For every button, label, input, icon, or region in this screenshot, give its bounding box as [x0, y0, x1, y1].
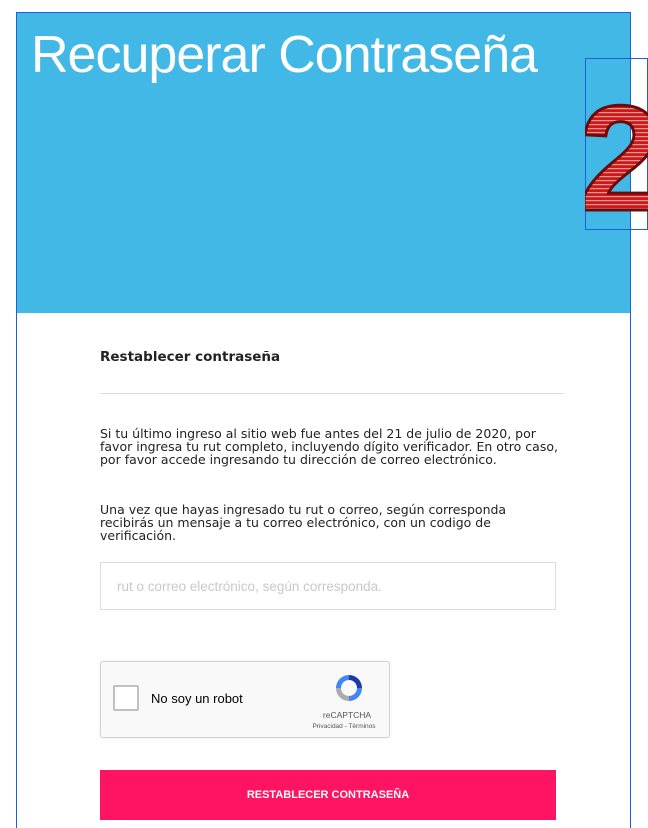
- instructions-paragraph-2: Una vez que hayas ingresado tu rut o cor…: [100, 502, 507, 543]
- divider: [100, 393, 564, 394]
- hero-banner: Recuperar Contraseña: [17, 13, 630, 313]
- recaptcha-links[interactable]: Privacidad - Términos: [299, 723, 389, 730]
- rut-or-email-input[interactable]: [100, 562, 556, 610]
- recaptcha-brand: reCAPTCHA: [322, 710, 372, 720]
- step-number-badge: 2: [585, 82, 648, 222]
- step-number-text: 2: [585, 82, 648, 222]
- section-title: Restablecer contraseña: [100, 349, 281, 365]
- page-title: Recuperar Contraseña: [31, 26, 538, 84]
- recaptcha-icon: [336, 675, 362, 701]
- recaptcha-widget: No soy un robot reCAPTCHA Privacidad - T…: [100, 661, 390, 738]
- reset-password-button[interactable]: RESTABLECER CONTRASEÑA: [100, 770, 556, 820]
- instructions-paragraph-1: Si tu último ingreso al sitio web fue an…: [100, 426, 558, 467]
- captcha-label: No soy un robot: [151, 691, 243, 706]
- captcha-checkbox[interactable]: [113, 685, 139, 711]
